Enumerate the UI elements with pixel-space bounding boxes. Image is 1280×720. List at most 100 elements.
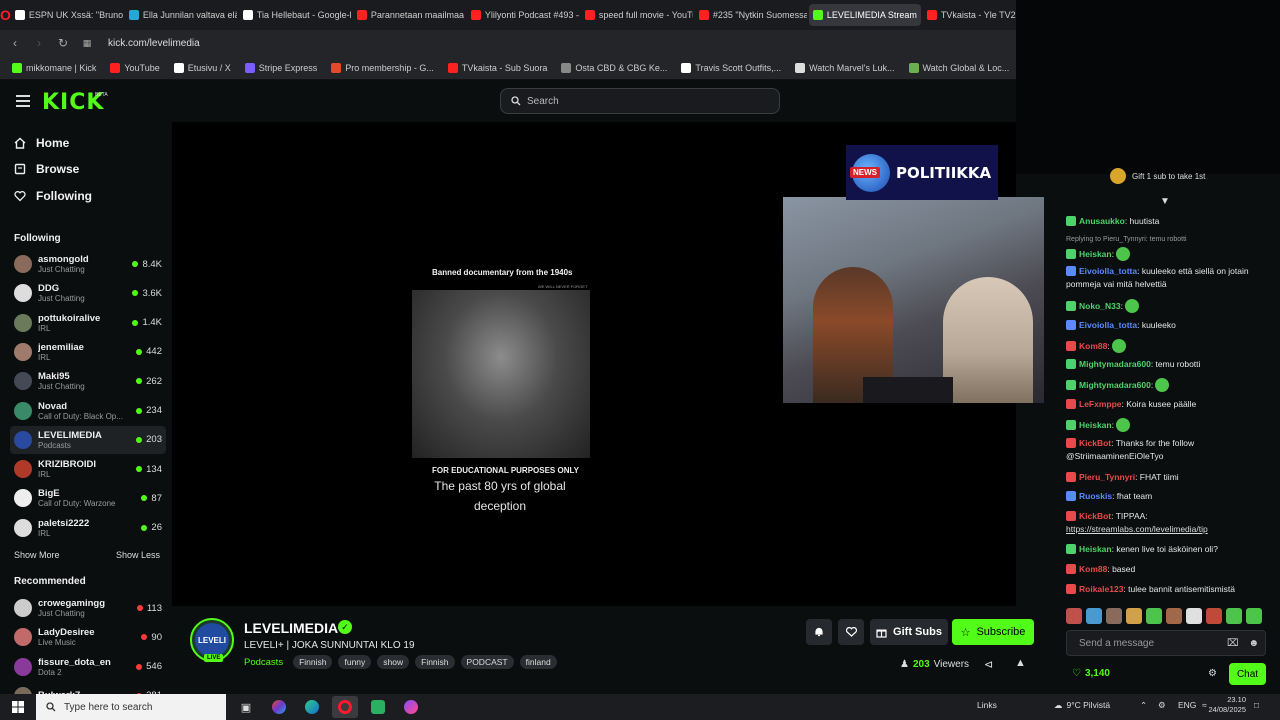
- sidebar-channel-fissure_dota_en[interactable]: fissure_dota_en Dota 2 546: [10, 653, 166, 681]
- chat-settings-icon[interactable]: ⚙: [1208, 668, 1217, 679]
- stream-tag[interactable]: show: [377, 655, 410, 669]
- chat-username[interactable]: Ruoskis: [1079, 491, 1112, 501]
- sidebar-channel-bige[interactable]: BigE Call of Duty: Warzone 87: [10, 484, 166, 512]
- sidebar-channel-novad[interactable]: Novad Call of Duty: Black Op... 234: [10, 397, 166, 425]
- browser-tab[interactable]: ESPN UK Xssä: "Bruno Fer: [11, 4, 123, 26]
- browser-tab[interactable]: Tia Hellebaut - Google-ha: [239, 4, 351, 26]
- bookmark-item[interactable]: Watch Marvel's Luk...: [791, 62, 898, 73]
- channel-points[interactable]: ♡ 3,140: [1072, 668, 1110, 679]
- bookmark-item[interactable]: Etusivu / X: [170, 62, 235, 73]
- opera-logo-icon[interactable]: O: [0, 0, 11, 30]
- stream-tag[interactable]: Finnish: [415, 655, 455, 669]
- chat-username[interactable]: Heiskan: [1079, 249, 1112, 259]
- collapse-pinned-icon[interactable]: ▼: [1160, 196, 1170, 207]
- emote-icon[interactable]: [1106, 608, 1122, 624]
- nav-following[interactable]: Following: [14, 189, 92, 203]
- pinned-gift-message[interactable]: Gift 1 sub to take 1st: [1110, 168, 1205, 184]
- back-icon[interactable]: ‹: [8, 36, 22, 50]
- chat-input-box[interactable]: ⌧ ☻: [1066, 630, 1266, 656]
- weather-widget[interactable]: ☁ 9°C Pilvistä: [1054, 700, 1110, 711]
- taskbar-search-input[interactable]: [64, 701, 214, 713]
- windows-start-icon[interactable]: [0, 701, 36, 713]
- store-app-icon[interactable]: [365, 696, 391, 718]
- sidebar-channel-levelimedia[interactable]: LEVELIMEDIA Podcasts 203: [10, 425, 166, 454]
- category-link[interactable]: Podcasts: [244, 657, 283, 668]
- emote-icon[interactable]: [1146, 608, 1162, 624]
- emote-icon[interactable]: [1066, 608, 1082, 624]
- chat-username[interactable]: Mightymadara600: [1079, 380, 1151, 390]
- bookmark-item[interactable]: Watch Global & Loc...: [905, 62, 1014, 73]
- sidebar-channel-crowegamingg[interactable]: crowegamingg Just Chatting 113: [10, 594, 166, 622]
- messenger-app-icon[interactable]: [398, 696, 424, 718]
- url-field[interactable]: kick.com/levelimedia: [108, 38, 200, 49]
- emote-icon[interactable]: [1186, 608, 1202, 624]
- browser-tab[interactable]: Parannetaan maailmaa fe: [353, 4, 465, 26]
- send-chat-button[interactable]: Chat: [1229, 663, 1266, 685]
- sidebar-channel-paletsi2222[interactable]: paletsi2222 IRL 26: [10, 514, 166, 542]
- browser-tab[interactable]: LEVELIMEDIA Stream: [808, 4, 921, 26]
- nav-home[interactable]: Home: [14, 136, 69, 150]
- forward-icon[interactable]: ›: [32, 36, 46, 50]
- chat-username[interactable]: Eivoiolla_totta: [1079, 266, 1137, 276]
- bookmark-item[interactable]: YouTube: [106, 62, 163, 73]
- notification-center-icon[interactable]: □: [1254, 700, 1259, 710]
- emote-icon[interactable]: [1206, 608, 1222, 624]
- share-icon[interactable]: ⊲: [984, 658, 993, 671]
- notification-bell-button[interactable]: [806, 619, 832, 645]
- taskbar-search[interactable]: [36, 694, 226, 720]
- search-input[interactable]: [527, 95, 767, 107]
- chat-username[interactable]: Pieru_Tynnyri: [1079, 472, 1135, 482]
- stream-tag[interactable]: funny: [338, 655, 372, 669]
- links-toolbar[interactable]: Links: [977, 700, 997, 710]
- task-view-icon[interactable]: ▣: [233, 696, 259, 718]
- chat-username[interactable]: Noko_N33: [1079, 301, 1121, 311]
- chat-username[interactable]: Heiskan: [1079, 544, 1112, 554]
- browser-tab[interactable]: #235 "Nytkin Suomessa o: [695, 4, 807, 26]
- bookmark-item[interactable]: Pro membership - G...: [327, 62, 438, 73]
- sidebar-channel-krizibroidi[interactable]: KRIZIBROIDI IRL 134: [10, 455, 166, 483]
- search-box[interactable]: [500, 88, 780, 114]
- stream-tag[interactable]: finland: [519, 655, 557, 669]
- tray-chevron-icon[interactable]: ⌃: [1140, 700, 1147, 711]
- chat-username[interactable]: LeFxmppe: [1079, 399, 1122, 409]
- network-icon[interactable]: ⚙: [1158, 700, 1166, 711]
- browser-tab[interactable]: speed full movie - YouTub: [581, 4, 693, 26]
- opera-app-icon[interactable]: [332, 696, 358, 718]
- show-less-button[interactable]: Show Less: [116, 550, 160, 560]
- edge-app-icon[interactable]: [299, 696, 325, 718]
- sidebar-channel-maki95[interactable]: Maki95 Just Chatting 262: [10, 367, 166, 395]
- reload-icon[interactable]: ↻: [56, 36, 70, 50]
- site-info-icon[interactable]: ▦: [80, 38, 94, 49]
- streamer-name[interactable]: LEVELIMEDIA: [244, 620, 338, 636]
- chat-username[interactable]: KickBot: [1079, 511, 1111, 521]
- chat-username[interactable]: Eivoiolla_totta: [1079, 320, 1137, 330]
- stream-tag[interactable]: PODCAST: [460, 655, 514, 669]
- chat-reply-context[interactable]: Replying to Pieru_Tynnyri: temu robotti: [1066, 236, 1187, 243]
- hamburger-menu-icon[interactable]: [16, 95, 30, 107]
- chat-message-input[interactable]: [1079, 637, 1219, 649]
- stream-tag[interactable]: Finnish: [293, 655, 333, 669]
- chat-username[interactable]: Heiskan: [1079, 420, 1112, 430]
- chat-username[interactable]: Anusaukko: [1079, 216, 1125, 226]
- bookmark-item[interactable]: TVkaista - Sub Suora: [444, 62, 552, 73]
- clock[interactable]: 23.10 24/08/2025: [1200, 695, 1246, 715]
- sidebar-channel-ddg[interactable]: DDG Just Chatting 3.6K: [10, 279, 166, 307]
- lang-indicator[interactable]: ENG: [1178, 700, 1196, 710]
- bookmark-item[interactable]: Travis Scott Outfits,...: [677, 62, 785, 73]
- emote-icon[interactable]: [1226, 608, 1242, 624]
- browser-tab[interactable]: Ylilyonti Podcast #493 – M: [467, 4, 579, 26]
- chat-username[interactable]: Roikale123: [1079, 584, 1123, 594]
- unfollow-button[interactable]: [838, 619, 864, 645]
- chat-link[interactable]: https://streamlabs.com/levelimedia/tip: [1066, 524, 1208, 534]
- gift-subs-button[interactable]: Gift Subs: [870, 619, 948, 645]
- show-more-button[interactable]: Show More: [14, 550, 60, 560]
- chat-username[interactable]: Kom88: [1079, 341, 1107, 351]
- bookmark-item[interactable]: Stripe Express: [241, 62, 322, 73]
- emoji-icon[interactable]: ☻: [1249, 638, 1260, 649]
- chat-username[interactable]: Kom88: [1079, 564, 1107, 574]
- office-app-icon[interactable]: [266, 696, 292, 718]
- sidebar-channel-pottukoiralive[interactable]: pottukoiralive IRL 1.4K: [10, 309, 166, 337]
- emote-icon[interactable]: [1126, 608, 1142, 624]
- report-icon[interactable]: ▲: [1015, 657, 1026, 669]
- sidebar-channel-asmongold[interactable]: asmongold Just Chatting 8.4K: [10, 250, 166, 278]
